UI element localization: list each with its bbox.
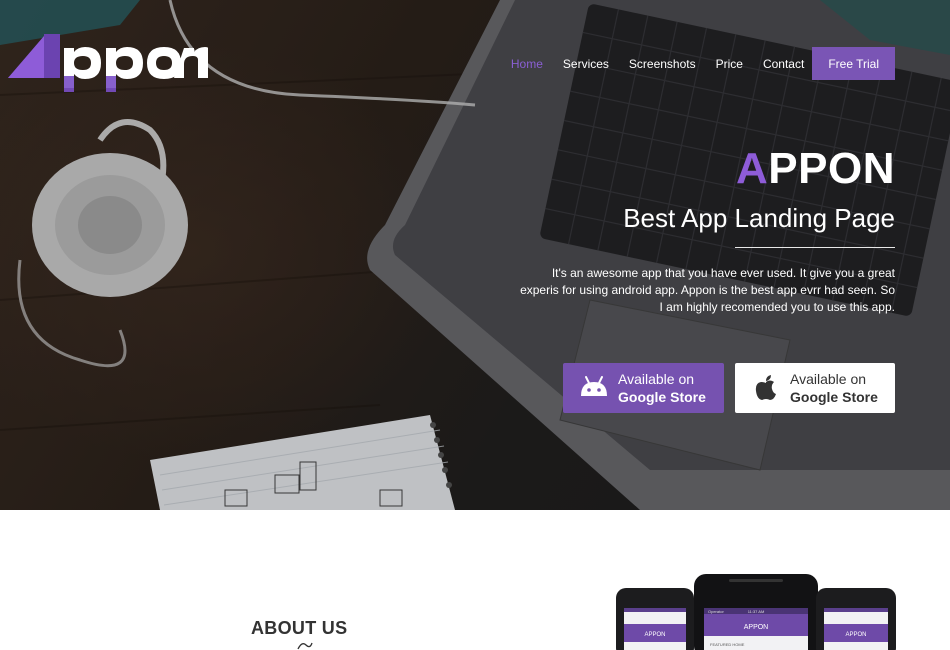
nav-price[interactable]: Price <box>716 57 743 71</box>
nav-services[interactable]: Services <box>563 57 609 71</box>
android-store-button[interactable]: Available on Google Store <box>563 363 724 413</box>
nav-home[interactable]: Home <box>511 57 543 71</box>
phone-center-caption: FEATURED HOME <box>710 642 745 647</box>
android-store-line1: Available on <box>618 370 695 387</box>
free-trial-button[interactable]: Free Trial <box>812 47 895 80</box>
hero-subtitle: Best App Landing Page <box>623 203 895 233</box>
android-store-line2: Google Store <box>618 388 706 405</box>
phone-center-time: 11:37 AM <box>748 609 765 614</box>
apple-store-line2: Google Store <box>790 388 878 405</box>
about-title: ABOUT US <box>251 618 348 638</box>
hero-title-rest: PPON <box>768 144 895 193</box>
apple-icon <box>750 372 782 404</box>
nav-screenshots[interactable]: Screenshots <box>629 57 696 71</box>
phone-right-brand: APPON <box>845 632 866 638</box>
main-nav: Home Services Screenshots Price Contact … <box>491 47 895 80</box>
phone-center-brand: APPON <box>744 624 769 631</box>
android-icon <box>578 372 610 404</box>
about-ornament <box>297 642 313 650</box>
hero-title: APPON <box>736 146 895 192</box>
hero-title-accent-letter: A <box>736 144 769 193</box>
hero-description: It's an awesome app that you have ever u… <box>520 266 895 314</box>
apple-store-button[interactable]: Available on Google Store <box>735 363 895 413</box>
phone-left-brand: APPON <box>644 632 665 638</box>
apple-store-line1: Available on <box>790 370 867 387</box>
phone-center-operator: Operator <box>708 609 724 614</box>
hero-section: Home Services Screenshots Price Contact … <box>0 0 950 510</box>
hero-divider <box>735 247 895 248</box>
phones-mockup: APPON Operator 11:37 AM APPON FEATURED H… <box>616 574 896 650</box>
appon-logo[interactable] <box>8 30 208 96</box>
nav-contact[interactable]: Contact <box>763 57 804 71</box>
